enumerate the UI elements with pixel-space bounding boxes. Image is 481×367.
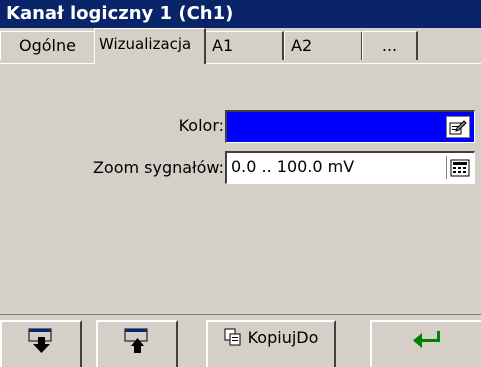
zoom-label: Zoom sygnałów: [92, 158, 224, 177]
upload-button[interactable] [96, 320, 178, 367]
zoom-value: 0.0 .. 100.0 mV [231, 157, 355, 176]
dialog-window: Kanał logiczny 1 (Ch1) Ogólne Wizualizac… [0, 0, 481, 367]
keypad-icon[interactable] [446, 156, 472, 179]
copy-to-label: KopiujDo [247, 328, 319, 347]
tab-ogolne[interactable]: Ogólne [0, 31, 96, 60]
window-title: Kanał logiczny 1 (Ch1) [0, 0, 481, 28]
tab-a1[interactable]: A1 [205, 31, 284, 60]
color-label: Kolor: [178, 116, 224, 135]
tab-panel: Kolor: C=0, Z=0, N=255 Zoom sygnałów: 0.… [0, 64, 481, 314]
color-field[interactable]: C=0, Z=0, N=255 [225, 110, 475, 143]
copy-icon [224, 328, 242, 350]
download-button[interactable] [0, 320, 82, 367]
tab-more[interactable]: ... [362, 31, 418, 60]
upload-icon [122, 328, 152, 358]
tab-a2[interactable]: A2 [284, 31, 363, 60]
tab-wizualizacja[interactable]: Wizualizacja [94, 28, 206, 64]
copy-to-button[interactable]: KopiujDo [206, 320, 336, 367]
download-icon [26, 328, 56, 358]
enter-button[interactable] [370, 320, 481, 367]
edit-icon[interactable] [446, 116, 470, 138]
color-value: C=0, Z=0, N=255 [231, 116, 377, 135]
zoom-field[interactable]: 0.0 .. 100.0 mV [225, 151, 475, 184]
enter-icon [410, 328, 444, 354]
